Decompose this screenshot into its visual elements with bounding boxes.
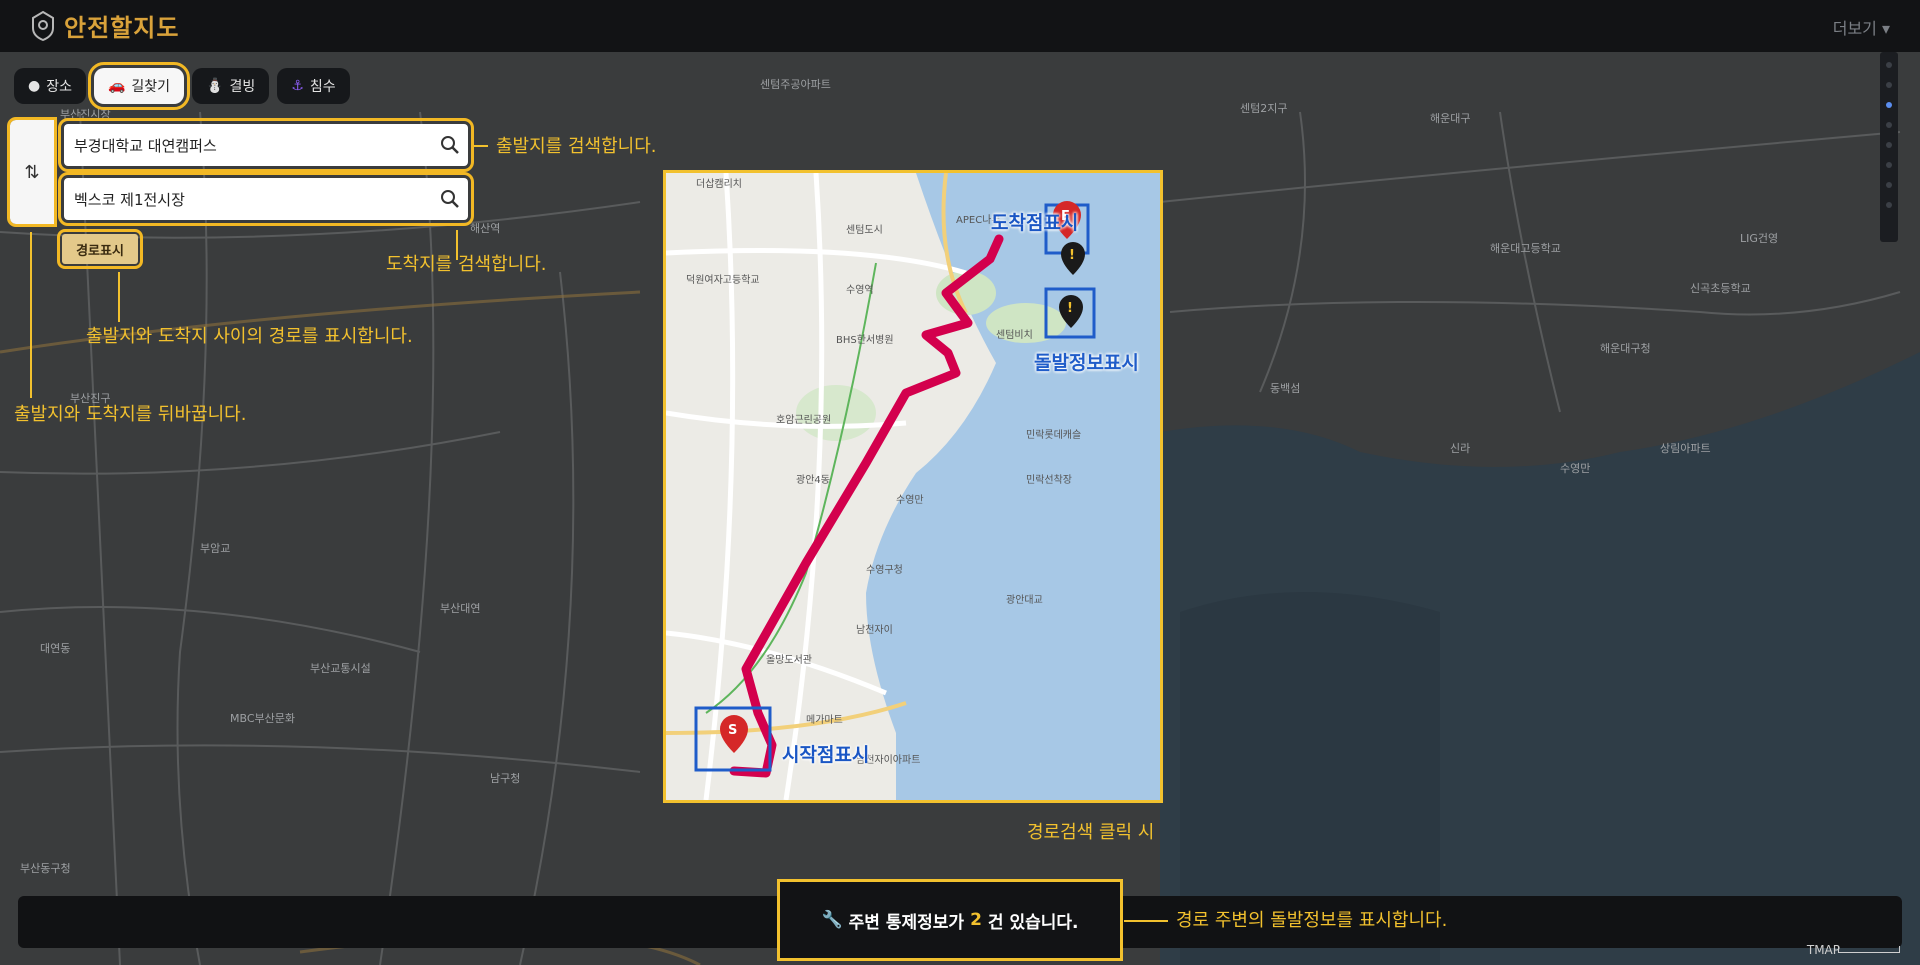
ice-icon: ⛄ — [206, 78, 224, 94]
svg-text:민락선착장: 민락선착장 — [1026, 474, 1072, 486]
svg-text:신라: 신라 — [1450, 442, 1470, 455]
svg-text:부산동구청: 부산동구청 — [20, 862, 71, 875]
svg-text:BHS한서병원: BHS한서병원 — [836, 334, 894, 346]
svg-text:민락롯데캐슬: 민락롯데캐슬 — [1026, 429, 1081, 441]
svg-text:부산진시장: 부산진시장 — [60, 108, 111, 121]
rail-dot — [1886, 122, 1892, 128]
svg-text:수영만: 수영만 — [1560, 462, 1590, 475]
rail-dot — [1886, 102, 1892, 108]
annotation-swap: 출발지와 도착지를 뒤바꿉니다. — [14, 404, 247, 425]
destination-input[interactable] — [64, 178, 432, 220]
annotation-route-display: 출발지와 도착지 사이의 경로를 표시합니다. — [86, 326, 413, 347]
tools-icon: 🔧 — [821, 910, 843, 930]
swap-button[interactable]: ⇅ — [7, 117, 57, 227]
svg-text:해운대구: 해운대구 — [1430, 111, 1470, 125]
annotation-line — [474, 145, 488, 147]
svg-text:해운대구청: 해운대구청 — [1600, 341, 1651, 355]
car-icon: 🚗 — [107, 78, 126, 94]
annotation-notice: 경로 주변의 돌발정보를 표시합니다. — [1176, 910, 1448, 931]
annotation-destination-search: 도착지를 검색합니다. — [386, 254, 547, 275]
app-logo[interactable]: 안전할지도 — [30, 8, 179, 43]
tab-label: 결빙 — [229, 79, 256, 95]
category-tabs: ● 장소 🚗 길찾기 ⛄ 결빙 ⚓ 침수 — [14, 62, 350, 110]
annotation-line — [30, 232, 32, 398]
route-display-button[interactable]: 경로표시 — [57, 229, 143, 269]
rail-dot — [1886, 142, 1892, 148]
svg-text:수영구청: 수영구청 — [866, 564, 903, 576]
svg-text:광안4동: 광안4동 — [796, 474, 830, 486]
svg-text:올망도서관: 올망도서관 — [766, 654, 812, 666]
rail-dot — [1886, 202, 1892, 208]
svg-text:센텀주공아파트: 센텀주공아파트 — [760, 78, 831, 91]
search-icon[interactable] — [432, 127, 468, 163]
app-title: 안전할지도 — [64, 14, 180, 42]
svg-text:남구청: 남구청 — [490, 772, 520, 785]
annotation-line — [1124, 920, 1168, 922]
tab-ice[interactable]: ⛄ 결빙 — [192, 68, 270, 104]
svg-text:메가마트: 메가마트 — [806, 714, 843, 726]
svg-text:LIG건영: LIG건영 — [1740, 232, 1778, 245]
top-bar: 안전할지도 더보기 ▾ — [0, 0, 1920, 52]
rail-dot — [1886, 162, 1892, 168]
svg-text:해운대고등학교: 해운대고등학교 — [1490, 241, 1561, 255]
incident-marker-label: 돌발정보표시 — [1034, 352, 1139, 374]
annotation-line — [118, 272, 120, 322]
svg-text:신곡초등학교: 신곡초등학교 — [1690, 282, 1751, 295]
notice-count: 2 — [970, 910, 982, 930]
notice-prefix: 주변 통제정보가 — [848, 912, 965, 933]
annotation-origin-search: 출발지를 검색합니다. — [496, 136, 657, 157]
origin-input[interactable] — [64, 124, 432, 166]
svg-text:센텀비치: 센텀비치 — [996, 329, 1033, 341]
destination-search-box — [58, 172, 474, 226]
logo-icon — [32, 10, 54, 41]
tab-flood[interactable]: ⚓ 침수 — [277, 68, 350, 104]
svg-text:더삽캠리치: 더삽캠리치 — [696, 178, 742, 190]
svg-text:부암교: 부암교 — [200, 542, 230, 555]
svg-text:센텀도시: 센텀도시 — [846, 224, 883, 236]
svg-text:동백섬: 동백섬 — [1270, 382, 1300, 395]
svg-text:상림아파트: 상림아파트 — [1660, 442, 1711, 455]
more-menu[interactable]: 더보기 ▾ — [1833, 15, 1890, 39]
start-marker-label: 시작점표시 — [782, 744, 870, 766]
svg-text:남천자이: 남천자이 — [856, 624, 893, 636]
svg-text:덕원여자고등학교: 덕원여자고등학교 — [686, 274, 760, 286]
incident-notice[interactable]: 🔧 주변 통제정보가 2건 있습니다. — [777, 879, 1123, 961]
tab-label: 침수 — [309, 79, 336, 95]
search-icon: ● — [28, 78, 41, 94]
swap-vertical-icon: ⇅ — [24, 161, 40, 183]
svg-text:센텀2지구: 센텀2지구 — [1240, 102, 1287, 115]
inset-caption: 경로검색 클릭 시 — [1027, 822, 1155, 843]
svg-text:해산역: 해산역 — [470, 221, 500, 235]
svg-text:대연동: 대연동 — [40, 642, 70, 655]
tab-directions[interactable]: 🚗 길찾기 — [87, 62, 191, 110]
rail-dot — [1886, 182, 1892, 188]
svg-text:부산교통시설: 부산교통시설 — [310, 662, 371, 675]
tab-place[interactable]: ● 장소 — [14, 68, 86, 104]
map-scale-bar — [1838, 946, 1900, 953]
tab-label: 장소 — [46, 79, 72, 95]
zoom-rail[interactable] — [1880, 52, 1898, 242]
svg-text:호암근린공원: 호암근린공원 — [776, 414, 831, 426]
rail-dot — [1886, 82, 1892, 88]
end-marker-label: 도착점표시 — [991, 212, 1079, 234]
svg-text:수영역: 수영역 — [846, 284, 874, 296]
svg-text:!: ! — [1069, 248, 1075, 263]
rail-dot — [1886, 62, 1892, 68]
svg-text:수영만: 수영만 — [896, 494, 924, 506]
svg-text:S: S — [728, 723, 737, 738]
svg-text:MBC부산문화: MBC부산문화 — [230, 712, 295, 725]
svg-text:!: ! — [1067, 301, 1073, 316]
map-attribution: TMAP — [1806, 943, 1840, 957]
route-map-inset[interactable]: 더삽캠리치센텀도시 덕원여자고등학교수영역 BHS한서병원호암근린공원 광안4동… — [663, 170, 1163, 803]
tab-label: 길찾기 — [131, 79, 171, 95]
flood-icon: ⚓ — [291, 78, 304, 94]
svg-text:광안대교: 광안대교 — [1006, 594, 1043, 606]
search-icon[interactable] — [432, 181, 468, 217]
svg-text:부산대연: 부산대연 — [440, 602, 480, 615]
notice-suffix: 건 있습니다. — [987, 912, 1079, 933]
origin-search-box — [58, 118, 474, 172]
